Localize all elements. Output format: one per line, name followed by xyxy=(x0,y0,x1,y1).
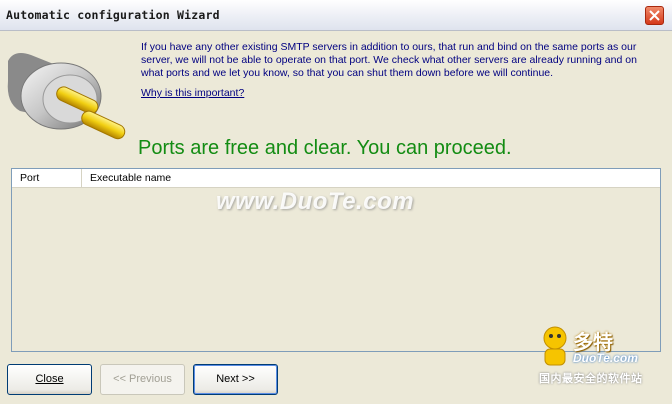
close-button[interactable]: Close xyxy=(7,364,92,395)
window-title: Automatic configuration Wizard xyxy=(6,8,220,22)
status-message: Ports are free and clear. You can procee… xyxy=(138,137,512,159)
previous-button: << Previous xyxy=(100,364,185,395)
logo-slogan: 国内最安全的软件站 xyxy=(539,373,643,385)
duote-logo: 多特 DuoTe.com 国内最安全的软件站 xyxy=(533,324,669,404)
next-button-label: Next >> xyxy=(216,373,255,385)
next-button[interactable]: Next >> xyxy=(193,364,278,395)
previous-button-label: << Previous xyxy=(113,373,172,385)
window-close-button[interactable] xyxy=(645,6,664,25)
mascot-icon xyxy=(543,326,567,366)
close-button-label: Close xyxy=(35,373,64,385)
wizard-content: If you have any other existing SMTP serv… xyxy=(0,31,672,404)
close-icon xyxy=(649,10,660,21)
column-header-executable[interactable]: Executable name xyxy=(82,169,282,187)
list-header: Port Executable name xyxy=(12,169,660,188)
title-bar: Automatic configuration Wizard xyxy=(0,0,672,31)
logo-domain: DuoTe.com xyxy=(573,351,638,365)
watermark: www.DuoTe.com xyxy=(216,188,415,215)
why-important-link[interactable]: Why is this important? xyxy=(141,87,244,99)
column-header-port[interactable]: Port xyxy=(12,169,82,187)
intro-text: If you have any other existing SMTP serv… xyxy=(141,41,637,79)
plug-icon xyxy=(7,53,126,140)
